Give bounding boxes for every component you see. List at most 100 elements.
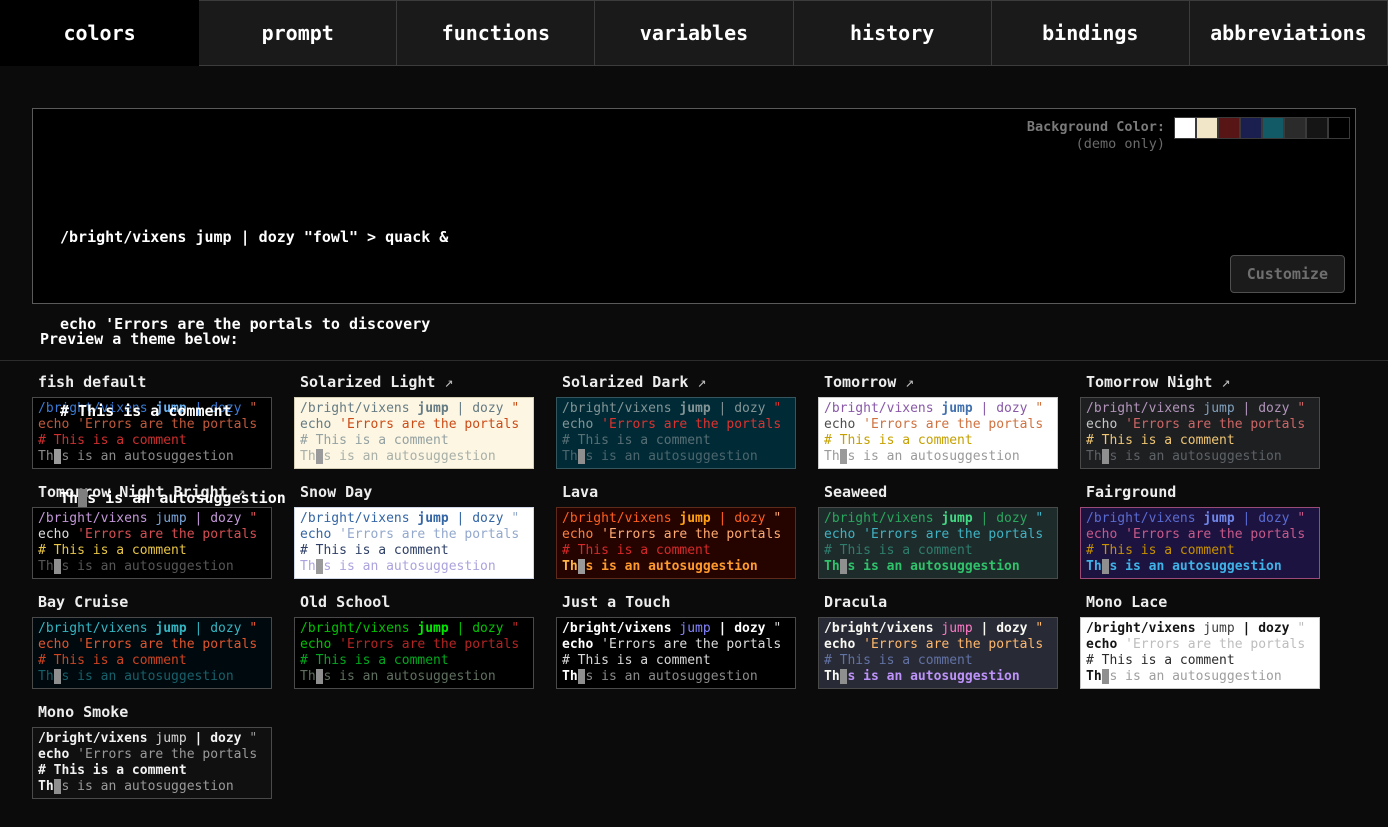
theme-card-mono-smoke[interactable]: Mono Smoke/bright/vixens jump | dozy "ec… — [32, 703, 294, 799]
sample-line-autosuggestion: This is an autosuggestion — [1086, 559, 1314, 575]
sample-line-comment: # This is a comment — [562, 543, 790, 559]
theme-preview-box: /bright/vixens jump | dozy "echo 'Errors… — [556, 617, 796, 689]
tab-abbreviations[interactable]: abbreviations — [1190, 0, 1388, 66]
theme-title: Lava — [562, 483, 818, 501]
sample-line-command: /bright/vixens jump | dozy " — [562, 401, 790, 417]
theme-preview-box: /bright/vixens jump | dozy "echo 'Errors… — [1080, 397, 1320, 469]
tab-bar: colorspromptfunctionsvariableshistorybin… — [0, 0, 1388, 66]
theme-title: Mono Smoke — [38, 703, 294, 721]
sample-line-autosuggestion: This is an autosuggestion — [824, 449, 1052, 465]
theme-title: Tomorrow Night ↗ — [1086, 373, 1342, 391]
background-color-swatch-6[interactable] — [1306, 117, 1328, 139]
sample-line-quote: echo 'Errors are the portals — [824, 637, 1052, 653]
theme-card-fairground[interactable]: Fairground/bright/vixens jump | dozy "ec… — [1080, 483, 1342, 579]
theme-title: Mono Lace — [1086, 593, 1342, 611]
theme-title: Dracula — [824, 593, 1080, 611]
sample-line-comment: # This is a comment — [1086, 433, 1314, 449]
background-color-swatch-7[interactable] — [1328, 117, 1350, 139]
theme-title: Tomorrow ↗ — [824, 373, 1080, 391]
sample-line-comment: # This is a comment — [1086, 653, 1314, 669]
sample-line-command: /bright/vixens jump | dozy " — [1086, 401, 1314, 417]
background-color-swatch-3[interactable] — [1240, 117, 1262, 139]
sample-line-command: /bright/vixens jump | dozy " — [300, 621, 528, 637]
theme-card-mono-lace[interactable]: Mono Lace/bright/vixens jump | dozy "ech… — [1080, 593, 1342, 689]
sample-line-quote: echo 'Errors are the portals — [1086, 417, 1314, 433]
background-color-label-line1: Background Color: — [1027, 119, 1165, 135]
background-color-label: Background Color:(demo only) — [1027, 117, 1165, 153]
sample-line-quote: echo 'Errors are the portals — [562, 417, 790, 433]
sample-line-quote: echo 'Errors are the portals — [1086, 637, 1314, 653]
theme-preview-box: /bright/vixens jump | dozy "echo 'Errors… — [1080, 617, 1320, 689]
tab-colors[interactable]: colors — [0, 0, 199, 66]
sample-line-quote: echo 'Errors are the portals — [562, 527, 790, 543]
background-color-swatch-2[interactable] — [1218, 117, 1240, 139]
sample-line-command: /bright/vixens jump | dozy " — [562, 621, 790, 637]
theme-preview-box: /bright/vixens jump | dozy "echo 'Errors… — [818, 397, 1058, 469]
autosuggestion-typed-text: Th — [60, 489, 78, 507]
sample-line-comment: # This is a comment — [824, 433, 1052, 449]
theme-title: Bay Cruise — [38, 593, 294, 611]
sample-line-quote: echo 'Errors are the portals — [1086, 527, 1314, 543]
sample-line-autosuggestion: This is an autosuggestion — [824, 669, 1052, 685]
tab-prompt[interactable]: prompt — [199, 0, 397, 66]
sample-line-command: /bright/vixens jump | dozy " — [1086, 621, 1314, 637]
sample-line-comment: # This is a comment — [300, 653, 528, 669]
tab-variables[interactable]: variables — [595, 0, 793, 66]
terminal-line-3: # This is a comment — [60, 397, 448, 426]
sample-line-autosuggestion: This is an autosuggestion — [562, 559, 790, 575]
terminal-line-2: echo 'Errors are the portals to discover… — [60, 310, 448, 339]
tab-bindings[interactable]: bindings — [992, 0, 1190, 66]
theme-preview-box: /bright/vixens jump | dozy "echo 'Errors… — [556, 507, 796, 579]
color-preview-panel: Background Color:(demo only) /bright/vix… — [32, 108, 1356, 304]
theme-card-old-school[interactable]: Old School/bright/vixens jump | dozy "ec… — [294, 593, 556, 689]
theme-card-solarized-dark[interactable]: Solarized Dark ↗ /bright/vixens jump | do… — [556, 373, 818, 469]
theme-card-bay-cruise[interactable]: Bay Cruise/bright/vixens jump | dozy "ec… — [32, 593, 294, 689]
sample-line-autosuggestion: This is an autosuggestion — [562, 449, 790, 465]
terminal-line-1: /bright/vixens jump | dozy "fowl" > quac… — [60, 223, 448, 252]
theme-title: Solarized Dark ↗ — [562, 373, 818, 391]
terminal-line-4: This is an autosuggestion — [60, 484, 448, 513]
tab-functions[interactable]: functions — [397, 0, 595, 66]
background-color-swatch-1[interactable] — [1196, 117, 1218, 139]
theme-preview-box: /bright/vixens jump | dozy "echo 'Errors… — [556, 397, 796, 469]
sample-line-command: /bright/vixens jump | dozy " — [562, 511, 790, 527]
sample-line-quote: echo 'Errors are the portals — [824, 417, 1052, 433]
theme-preview-box: /bright/vixens jump | dozy "echo 'Errors… — [294, 617, 534, 689]
theme-preview-box: /bright/vixens jump | dozy "echo 'Errors… — [1080, 507, 1320, 579]
theme-card-seaweed[interactable]: Seaweed/bright/vixens jump | dozy "echo … — [818, 483, 1080, 579]
theme-title: Just a Touch — [562, 593, 818, 611]
theme-card-dracula[interactable]: Dracula/bright/vixens jump | dozy "echo … — [818, 593, 1080, 689]
sample-line-autosuggestion: This is an autosuggestion — [824, 559, 1052, 575]
sample-line-comment: # This is a comment — [38, 653, 266, 669]
background-color-picker: Background Color:(demo only) — [1027, 117, 1350, 153]
sample-line-command: /bright/vixens jump | dozy " — [38, 621, 266, 637]
sample-line-comment: # This is a comment — [38, 763, 266, 779]
sample-line-comment: # This is a comment — [562, 433, 790, 449]
sample-line-command: /bright/vixens jump | dozy " — [38, 731, 266, 747]
background-color-swatch-4[interactable] — [1262, 117, 1284, 139]
sample-line-comment: # This is a comment — [562, 653, 790, 669]
customize-button[interactable]: Customize — [1230, 255, 1345, 293]
sample-line-autosuggestion: This is an autosuggestion — [300, 669, 528, 685]
theme-title: Seaweed — [824, 483, 1080, 501]
demo-only-label: (demo only) — [1076, 136, 1165, 152]
sample-line-comment: # This is a comment — [1086, 543, 1314, 559]
theme-title: Old School — [300, 593, 556, 611]
theme-card-tomorrow-night[interactable]: Tomorrow Night ↗ /bright/vixens jump | do… — [1080, 373, 1342, 469]
sample-line-command: /bright/vixens jump | dozy " — [824, 511, 1052, 527]
theme-preview-box: /bright/vixens jump | dozy "echo 'Errors… — [32, 617, 272, 689]
sample-line-autosuggestion: This is an autosuggestion — [1086, 669, 1314, 685]
theme-preview-box: /bright/vixens jump | dozy "echo 'Errors… — [32, 727, 272, 799]
theme-title: Fairground — [1086, 483, 1342, 501]
tab-history[interactable]: history — [794, 0, 992, 66]
theme-card-lava[interactable]: Lava/bright/vixens jump | dozy "echo 'Er… — [556, 483, 818, 579]
sample-line-comment: # This is a comment — [824, 543, 1052, 559]
background-color-swatch-5[interactable] — [1284, 117, 1306, 139]
external-link-icon: ↗ — [896, 373, 914, 391]
background-color-swatch-0[interactable] — [1174, 117, 1196, 139]
sample-line-command: /bright/vixens jump | dozy " — [1086, 511, 1314, 527]
sample-line-autosuggestion: This is an autosuggestion — [562, 669, 790, 685]
theme-card-just-a-touch[interactable]: Just a Touch/bright/vixens jump | dozy "… — [556, 593, 818, 689]
theme-card-tomorrow[interactable]: Tomorrow ↗ /bright/vixens jump | dozy "ec… — [818, 373, 1080, 469]
sample-line-autosuggestion: This is an autosuggestion — [1086, 449, 1314, 465]
